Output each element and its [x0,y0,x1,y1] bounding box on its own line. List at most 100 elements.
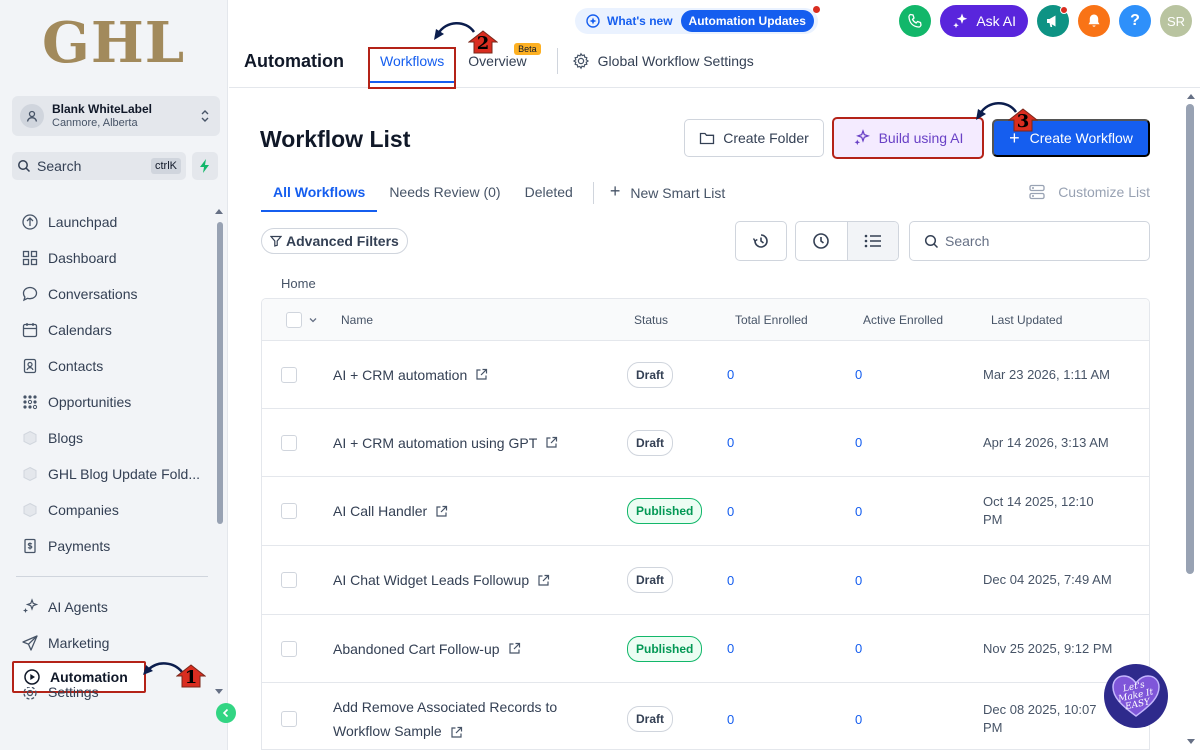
sidebar-item-settings[interactable]: Settings [12,687,216,701]
sidebar-search[interactable]: Search ctrlK [12,152,186,180]
sidebar-item-dashboard[interactable]: Dashboard [12,240,216,276]
workflow-name-link[interactable]: Add Remove Associated Records to Workflo… [333,683,583,749]
row-checkbox[interactable] [281,615,297,682]
total-enrolled-value[interactable]: 0 [727,683,734,749]
external-link-icon[interactable] [450,726,463,739]
row-checkbox[interactable] [281,683,297,749]
workflow-name: Add Remove Associated Records to Workflo… [333,699,558,739]
tab-needs-review[interactable]: Needs Review (0) [377,178,512,212]
row-checkbox[interactable] [281,477,297,545]
workflow-search[interactable] [909,221,1150,261]
sidebar-item-opportunities[interactable]: Opportunities [12,384,216,420]
sidebar-item-conversations[interactable]: Conversations [12,276,216,312]
column-last-updated[interactable]: Last Updated [991,299,1062,340]
new-smart-list-button[interactable]: + New Smart List [610,178,725,202]
column-active-enrolled[interactable]: Active Enrolled [863,299,943,340]
quick-action-button[interactable] [192,152,218,180]
workflow-name-link[interactable]: Abandoned Cart Follow-up [333,615,521,682]
column-status[interactable]: Status [634,299,668,340]
table-row[interactable]: AI + CRM automation using GPT Draft 0 0 … [262,409,1149,477]
sidebar-item-calendars[interactable]: Calendars [12,312,216,348]
breadcrumb[interactable]: Home [281,276,316,291]
whats-new-banner[interactable]: What's new Automation Updates [575,6,820,34]
sidebar-item-label: Opportunities [48,394,132,410]
workflow-search-input[interactable] [945,233,1135,249]
sparkle-icon [20,597,40,617]
workflow-name-link[interactable]: AI + CRM automation using GPT [333,409,558,476]
tab-workflows[interactable]: Workflows [367,47,457,89]
chevron-left-icon [222,708,229,718]
external-link-icon[interactable] [545,436,558,449]
main-scroll-thumb[interactable] [1186,104,1194,574]
active-enrolled-value[interactable]: 0 [855,546,862,614]
workflow-name: Abandoned Cart Follow-up [333,640,500,657]
create-folder-button[interactable]: Create Folder [684,119,824,157]
build-using-ai-button[interactable]: Build using AI [832,117,984,159]
external-link-icon[interactable] [475,368,488,381]
external-link-icon[interactable] [537,574,550,587]
brand-logo[interactable]: GHL [42,10,185,76]
total-enrolled-value[interactable]: 0 [727,341,734,408]
workflow-name-link[interactable]: AI + CRM automation [333,341,488,408]
customize-list-button[interactable]: Customize List [1028,183,1150,201]
select-all-checkbox[interactable] [286,299,318,340]
active-enrolled-value[interactable]: 0 [855,477,862,545]
tab-all-workflows[interactable]: All Workflows [261,178,378,212]
sidebar-item-payments[interactable]: Payments [12,528,216,564]
cube-icon [20,500,40,520]
history-button[interactable] [735,221,787,261]
notification-dot [812,6,820,13]
external-link-icon[interactable] [435,505,448,518]
location-switcher[interactable]: Blank WhiteLabel Canmore, Alberta [12,96,220,136]
sidebar-item-companies[interactable]: Companies [12,492,216,528]
chevron-updown-icon [200,108,212,124]
collapse-sidebar-button[interactable] [216,703,236,723]
workflow-name-link[interactable]: AI Call Handler [333,477,448,545]
advanced-filters-button[interactable]: Advanced Filters [261,228,408,254]
total-enrolled-value[interactable]: 0 [727,409,734,476]
notifications-button[interactable] [1078,5,1110,37]
sidebar-divider [16,576,208,577]
table-row[interactable]: AI Call Handler Published 0 0 Oct 14 202… [262,477,1149,546]
active-enrolled-value[interactable]: 0 [855,615,862,682]
filter-icon [270,235,282,247]
sidebar-item-blogs[interactable]: Blogs [12,420,216,456]
workflow-name-link[interactable]: AI Chat Widget Leads Followup [333,546,550,614]
row-checkbox[interactable] [281,341,297,408]
tab-overview[interactable]: Overview Beta [468,43,541,69]
help-button[interactable]: ? [1119,5,1151,37]
total-enrolled-value[interactable]: 0 [727,615,734,682]
megaphone-button[interactable] [1037,5,1069,37]
row-checkbox[interactable] [281,409,297,476]
tab-deleted[interactable]: Deleted [513,178,585,212]
ask-ai-button[interactable]: Ask AI [940,5,1028,37]
phone-button[interactable] [899,5,932,37]
column-total-enrolled[interactable]: Total Enrolled [735,299,808,340]
sidebar-item-contacts[interactable]: Contacts [12,348,216,384]
sidebar-scroll-thumb[interactable] [217,222,223,524]
sidebar-item-ai-agents[interactable]: AI Agents [12,589,216,625]
table-row[interactable]: Add Remove Associated Records to Workflo… [262,683,1149,749]
external-link-icon[interactable] [508,642,521,655]
sidebar-item-blog-folder[interactable]: GHL Blog Update Fold... [12,456,216,492]
table-row[interactable]: Abandoned Cart Follow-up Published 0 0 N… [262,615,1149,683]
automation-updates-pill[interactable]: Automation Updates [680,10,814,32]
total-enrolled-value[interactable]: 0 [727,546,734,614]
table-row[interactable]: AI + CRM automation Draft 0 0 Mar 23 202… [262,341,1149,409]
total-enrolled-value[interactable]: 0 [727,477,734,545]
active-enrolled-value[interactable]: 0 [855,409,862,476]
tab-global-workflow-settings[interactable]: Global Workflow Settings [572,52,754,70]
button-label: Create Workflow [1029,130,1133,146]
sidebar-item-label: Launchpad [48,214,118,230]
clock-view-button[interactable] [796,222,847,260]
sidebar-item-marketing[interactable]: Marketing [12,625,216,661]
row-checkbox[interactable] [281,546,297,614]
step-marker-3: 3 [1008,108,1038,132]
user-avatar[interactable]: SR [1160,5,1192,37]
list-view-button[interactable] [846,222,898,260]
column-name[interactable]: Name [341,299,373,340]
sidebar-item-launchpad[interactable]: Launchpad [12,204,216,240]
active-enrolled-value[interactable]: 0 [855,683,862,749]
active-enrolled-value[interactable]: 0 [855,341,862,408]
table-row[interactable]: AI Chat Widget Leads Followup Draft 0 0 … [262,546,1149,615]
